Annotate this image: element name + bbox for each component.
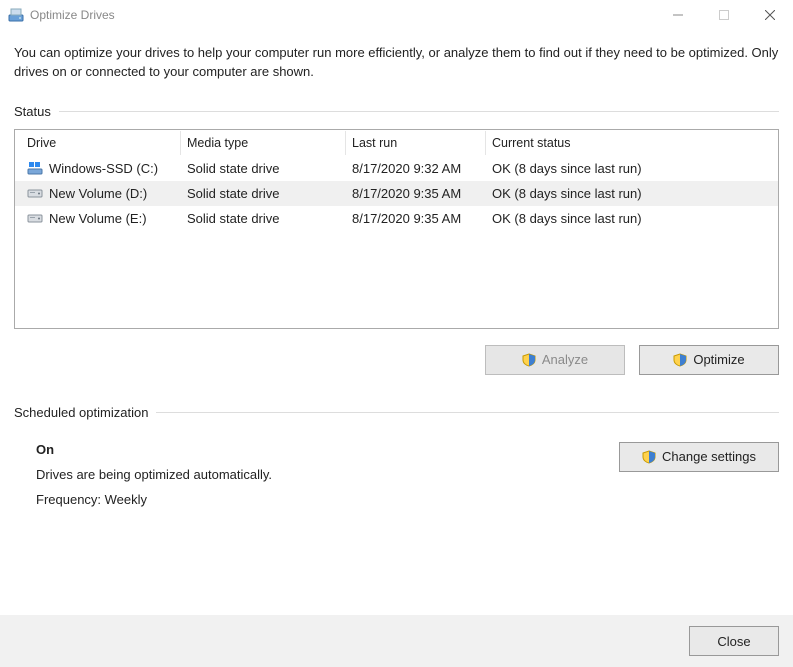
drive-media: Solid state drive xyxy=(181,211,346,226)
schedule-state: On xyxy=(36,442,272,457)
drive-icon xyxy=(27,185,43,201)
analyze-button: Analyze xyxy=(485,345,625,375)
drive-name: New Volume (D:) xyxy=(49,186,147,201)
drive-row[interactable]: New Volume (D:) Solid state drive8/17/202… xyxy=(15,181,778,206)
schedule-text: On Drives are being optimized automatica… xyxy=(36,442,272,517)
drive-status: OK (8 days since last run) xyxy=(486,161,772,176)
col-drive[interactable]: Drive xyxy=(21,131,181,155)
bottom-bar: Close xyxy=(0,615,793,667)
minimize-button[interactable] xyxy=(655,0,701,30)
schedule-label: Scheduled optimization xyxy=(14,405,148,420)
change-settings-button[interactable]: Change settings xyxy=(619,442,779,472)
schedule-section-header: Scheduled optimization xyxy=(14,405,779,420)
optimize-button[interactable]: Optimize xyxy=(639,345,779,375)
optimize-label: Optimize xyxy=(693,352,744,367)
schedule-frequency: Frequency: Weekly xyxy=(36,492,272,507)
status-section-header: Status xyxy=(14,104,779,119)
status-label: Status xyxy=(14,104,51,119)
shield-icon xyxy=(673,353,687,367)
drive-last-run: 8/17/2020 9:35 AM xyxy=(346,211,486,226)
drive-last-run: 8/17/2020 9:32 AM xyxy=(346,161,486,176)
titlebar: Optimize Drives xyxy=(0,0,793,30)
col-media[interactable]: Media type xyxy=(181,131,346,155)
change-settings-label: Change settings xyxy=(662,449,756,464)
analyze-label: Analyze xyxy=(542,352,588,367)
divider xyxy=(59,111,779,112)
drive-row[interactable]: New Volume (E:) Solid state drive8/17/202… xyxy=(15,206,778,231)
app-icon xyxy=(8,7,24,23)
divider xyxy=(156,412,779,413)
close-button[interactable]: Close xyxy=(689,626,779,656)
drive-name: New Volume (E:) xyxy=(49,211,147,226)
close-window-button[interactable] xyxy=(747,0,793,30)
drive-last-run: 8/17/2020 9:35 AM xyxy=(346,186,486,201)
col-last[interactable]: Last run xyxy=(346,131,486,155)
shield-icon xyxy=(522,353,536,367)
maximize-button[interactable] xyxy=(701,0,747,30)
drive-buttons: Analyze Optimize xyxy=(14,345,779,375)
drive-media: Solid state drive xyxy=(181,186,346,201)
drive-status: OK (8 days since last run) xyxy=(486,186,772,201)
drive-name: Windows-SSD (C:) xyxy=(49,161,158,176)
drive-row[interactable]: Windows-SSD (C:) Solid state drive8/17/20… xyxy=(15,156,778,181)
schedule-auto-text: Drives are being optimized automatically… xyxy=(36,467,272,482)
intro-text: You can optimize your drives to help you… xyxy=(14,44,779,82)
shield-icon xyxy=(642,450,656,464)
window-title: Optimize Drives xyxy=(30,8,115,22)
drive-list-header: Drive Media type Last run Current status xyxy=(15,130,778,156)
drive-icon xyxy=(27,160,43,176)
drive-media: Solid state drive xyxy=(181,161,346,176)
drive-list[interactable]: Drive Media type Last run Current status… xyxy=(14,129,779,329)
close-label: Close xyxy=(717,634,750,649)
drive-icon xyxy=(27,210,43,226)
drive-status: OK (8 days since last run) xyxy=(486,211,772,226)
col-status[interactable]: Current status xyxy=(486,131,772,155)
